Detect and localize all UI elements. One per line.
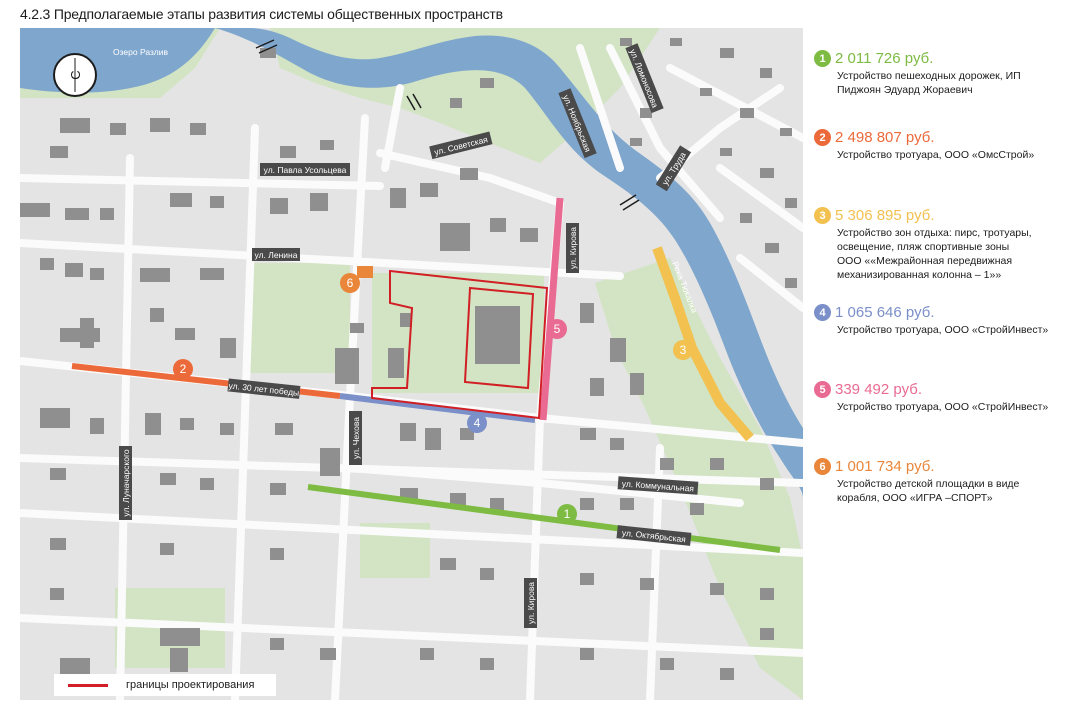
item-description: Устройство тротуара, ООО «СтройИнвест» xyxy=(837,324,1049,336)
item-number-badge: 2 xyxy=(814,129,831,146)
svg-text:ул. Кирова: ул. Кирова xyxy=(568,227,578,269)
street-label-lenina: ул. Ленина xyxy=(252,248,300,261)
svg-text:1: 1 xyxy=(564,507,571,521)
cost-item-5: 5 339 492 руб. Устройство тротуара, ООО … xyxy=(814,381,1074,414)
cost-item-2: 2 2 498 807 руб. Устройство тротуара, ОО… xyxy=(814,129,1074,162)
cost-item-1: 1 2 011 726 руб. Устройство пешеходных д… xyxy=(814,50,1074,97)
svg-text:ул. Павла Усольцева: ул. Павла Усольцева xyxy=(264,165,347,175)
marker-6: 6 xyxy=(340,273,360,293)
legend-label: границы проектирования xyxy=(126,679,255,691)
marker-4: 4 xyxy=(467,413,487,433)
street-label-kirova-south: ул. Кирова xyxy=(524,578,537,628)
item-description: Устройство зон отдыха: пирс, тротуары, ос… xyxy=(837,227,1032,281)
marker-5: 5 xyxy=(547,319,567,339)
item-amount: 339 492 руб. xyxy=(835,381,922,398)
marker-3: 3 xyxy=(673,340,693,360)
cost-item-3: 3 5 306 895 руб. Устройство зон отдыха: … xyxy=(814,207,1074,282)
svg-text:2: 2 xyxy=(180,362,187,376)
segment-6 xyxy=(357,266,373,278)
item-number-badge: 6 xyxy=(814,458,831,475)
page-title: 4.2.3 Предполагаемые этапы развития сист… xyxy=(20,6,503,22)
item-description: Устройство детской площадки в виде корабл… xyxy=(837,478,1020,504)
street-label-kirova-north: ул. Кирова xyxy=(566,223,579,273)
marker-1: 1 xyxy=(557,504,577,524)
item-description: Устройство пешеходных дорожек, ИП Пиджоян… xyxy=(837,70,1021,96)
compass-letter: С xyxy=(68,70,83,79)
street-label-lunacharskogo: ул. Луначарского xyxy=(119,446,132,520)
item-amount: 2 011 726 руб. xyxy=(835,50,934,67)
item-amount: 2 498 807 руб. xyxy=(835,129,935,146)
map-legend: границы проектирования xyxy=(54,674,276,696)
svg-text:3: 3 xyxy=(680,343,687,357)
street-label-chekhova: ул. Чехова xyxy=(349,411,362,465)
compass-icon: С xyxy=(53,53,97,97)
map[interactable]: С 1 2 3 4 5 6 Озеро Разлив ул. Павла Усо… xyxy=(20,28,803,700)
item-number-badge: 4 xyxy=(814,304,831,321)
svg-text:4: 4 xyxy=(474,416,481,430)
svg-text:ул. Луначарского: ул. Луначарского xyxy=(121,449,131,516)
cost-item-6: 6 1 001 734 руб. Устройство детской площ… xyxy=(814,458,1074,505)
item-number-badge: 3 xyxy=(814,207,831,224)
street-label-pavla-usoltseva: ул. Павла Усольцева xyxy=(260,163,350,176)
lake-label: Озеро Разлив xyxy=(113,47,168,57)
svg-text:ул. Ленина: ул. Ленина xyxy=(255,250,298,260)
svg-text:5: 5 xyxy=(554,322,561,336)
boundary-legend-line xyxy=(68,683,108,687)
item-description: Устройство тротуара, ООО «ОмсСтрой» xyxy=(837,149,1035,161)
item-amount: 5 306 895 руб. xyxy=(835,207,935,224)
item-number-badge: 1 xyxy=(814,50,831,67)
marker-2: 2 xyxy=(173,359,193,379)
item-amount: 1 065 646 руб. xyxy=(835,304,935,321)
item-description: Устройство тротуара, ООО «СтройИнвест» xyxy=(837,401,1049,413)
item-amount: 1 001 734 руб. xyxy=(835,458,935,475)
cost-item-4: 4 1 065 646 руб. Устройство тротуара, ОО… xyxy=(814,304,1074,337)
item-number-badge: 5 xyxy=(814,381,831,398)
svg-text:ул. Кирова: ул. Кирова xyxy=(526,582,536,624)
svg-text:6: 6 xyxy=(347,276,354,290)
svg-text:ул. Чехова: ул. Чехова xyxy=(351,417,361,459)
